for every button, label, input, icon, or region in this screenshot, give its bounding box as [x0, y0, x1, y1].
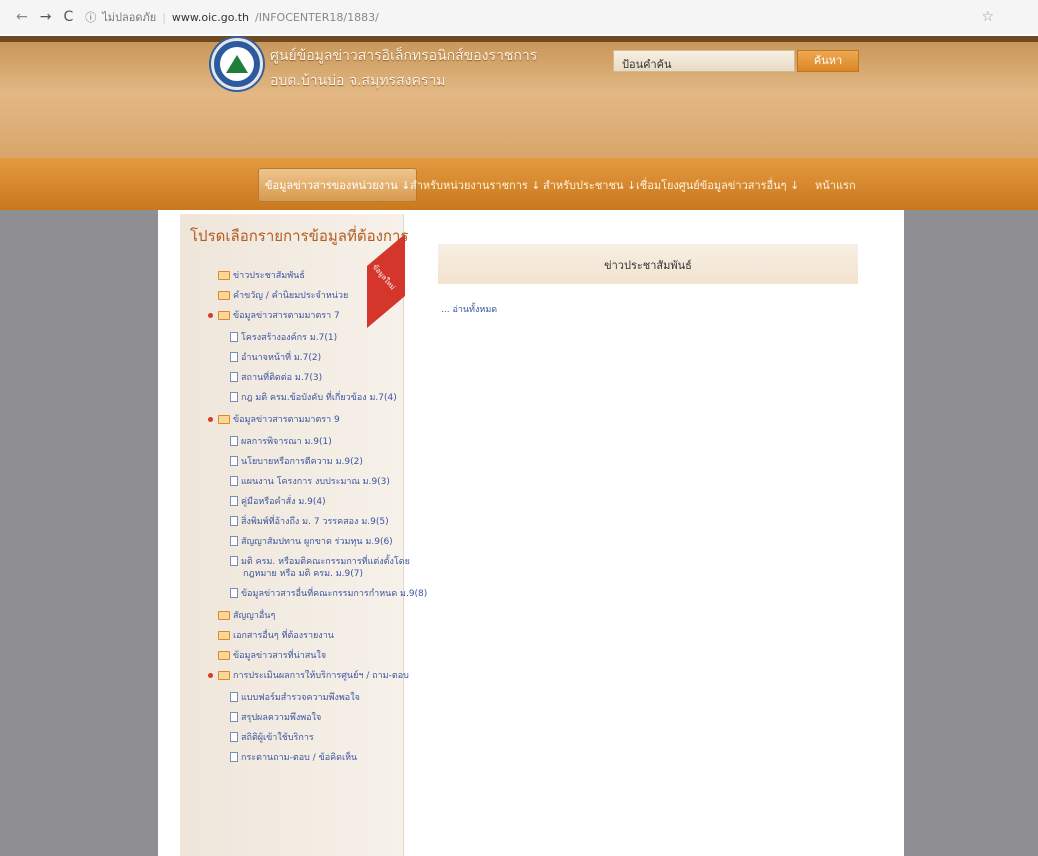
site-logo[interactable] — [211, 38, 263, 90]
content-title: ข่าวประชาสัมพันธ์ — [604, 259, 692, 272]
document-icon — [230, 496, 238, 506]
bookmark-star-icon[interactable]: ☆ — [981, 9, 994, 25]
sidebar-item-survey-summary[interactable]: สรุปผลความพึงพอใจ — [230, 710, 321, 724]
site-subtitle: อบต.บ้านบ่อ จ.สมุทรสงคราม — [270, 73, 446, 89]
site-title: ศูนย์ข้อมูลข่าวสารอิเล็กทรอนิกส์ของราชกา… — [270, 48, 538, 64]
nav-item-public[interactable]: สำหรับประชาชน ↓ — [543, 168, 636, 202]
forward-icon[interactable]: → — [40, 9, 52, 25]
folder-icon — [218, 610, 230, 620]
document-icon — [230, 332, 238, 342]
security-label: ไม่ปลอดภัย — [102, 11, 157, 24]
document-icon — [230, 556, 238, 566]
nav-item-government[interactable]: สำหรับหน่วยงานราชการ ↓ — [410, 168, 541, 202]
nav-item-links[interactable]: เชื่อมโยงศูนย์ข้อมูลข่าวสารอื่นๆ ↓ — [636, 168, 799, 202]
reload-icon[interactable]: C — [63, 9, 73, 25]
sidebar-item-qa-board[interactable]: กระดานถาม-ตอบ / ข้อคิดเห็น — [230, 750, 357, 764]
nav-item-home[interactable]: หน้าแรก — [815, 168, 856, 202]
nav-item-agency-info[interactable]: ข้อมูลข่าวสารของหน่วยงาน ↓ — [258, 168, 418, 202]
search-input[interactable]: ป้อนคำค้น — [613, 50, 795, 72]
search-button[interactable]: ค้นหา — [797, 50, 859, 72]
document-icon — [230, 692, 238, 702]
document-icon — [230, 476, 238, 486]
document-icon — [230, 392, 238, 402]
sidebar-item-visitor-stats[interactable]: สถิติผู้เข้าใช้บริการ — [230, 730, 314, 744]
sidebar-item-section7[interactable]: ข้อมูลข่าวสารตามมาตรา 7 — [208, 308, 340, 322]
folder-icon — [218, 290, 230, 300]
sidebar-item-contracts[interactable]: สัญญาอื่นๆ — [218, 608, 275, 622]
document-icon — [230, 372, 238, 382]
sidebar-item-section9[interactable]: ข้อมูลข่าวสารตามมาตรา 9 — [208, 412, 340, 426]
address-bar[interactable]: ⓘ ไม่ปลอดภัย | www.oic.go.th/INFOCENTER1… — [85, 8, 379, 26]
sidebar-item-motto[interactable]: คำขวัญ / คำนิยมประจำหน่วย — [218, 288, 348, 302]
folder-icon — [218, 630, 230, 640]
info-icon[interactable]: ⓘ — [85, 9, 96, 25]
sidebar-item-9-6[interactable]: สัญญาสัมปทาน ผูกขาด ร่วมทุน ม.9(6) — [230, 534, 393, 548]
document-icon — [230, 712, 238, 722]
sidebar-item-7-1[interactable]: โครงสร้างองค์กร ม.7(1) — [230, 330, 337, 344]
sidebar-item-9-2[interactable]: นโยบายหรือการตีความ ม.9(2) — [230, 454, 363, 468]
document-icon — [230, 436, 238, 446]
back-icon[interactable]: ← — [16, 9, 28, 25]
sidebar-item-7-4[interactable]: กฎ มติ ครม.ข้อบังคับ ที่เกี่ยวข้อง ม.7(4… — [230, 390, 397, 404]
sidebar-item-9-8[interactable]: ข้อมูลข่าวสารอื่นที่คณะกรรมการกำหนด ม.9(… — [230, 586, 427, 600]
url-path: /INFOCENTER18/1883/ — [255, 10, 379, 24]
sidebar-item-news[interactable]: ข่าวประชาสัมพันธ์ — [218, 268, 305, 282]
right-margin — [904, 210, 1038, 856]
document-icon — [230, 752, 238, 762]
left-margin — [0, 210, 158, 856]
sidebar-item-evaluation[interactable]: การประเมินผลการให้บริการศูนย์ฯ / ถาม-ตอบ — [208, 668, 409, 682]
sidebar-item-9-7-cont[interactable]: กฎหมาย หรือ มติ ครม. ม.9(7) — [243, 566, 363, 580]
bullet-icon — [208, 312, 213, 318]
sidebar-item-survey-form[interactable]: แบบฟอร์มสำรวจความพึงพอใจ — [230, 690, 360, 704]
bullet-icon — [208, 672, 213, 678]
folder-icon — [218, 670, 230, 680]
document-icon — [230, 732, 238, 742]
folder-icon — [218, 310, 230, 320]
url-host: www.oic.go.th — [171, 10, 250, 24]
document-icon — [230, 536, 238, 546]
document-icon — [230, 588, 238, 598]
sidebar-item-9-4[interactable]: คู่มือหรือคำสั่ง ม.9(4) — [230, 494, 326, 508]
document-icon — [230, 456, 238, 466]
sidebar-item-interesting[interactable]: ข้อมูลข่าวสารที่น่าสนใจ — [218, 648, 326, 662]
bullet-icon — [208, 416, 213, 422]
sidebar-item-9-5[interactable]: สิ่งพิมพ์ที่อ้างถึง ม. 7 วรรคสอง ม.9(5) — [230, 514, 389, 528]
sidebar-item-7-2[interactable]: อำนาจหน้าที่ ม.7(2) — [230, 350, 321, 364]
browser-toolbar: ← → C ⓘ ไม่ปลอดภัย | www.oic.go.th/INFOC… — [0, 0, 1038, 34]
sidebar-item-reports[interactable]: เอกสารอื่นๆ ที่ต้องรายงาน — [218, 628, 334, 642]
document-icon — [230, 352, 238, 362]
read-all-link[interactable]: ... อ่านทั้งหมด — [441, 302, 497, 316]
folder-icon — [218, 650, 230, 660]
sidebar-title: โปรดเลือกรายการข้อมูลที่ต้องการ — [190, 227, 409, 245]
sidebar-item-7-3[interactable]: สถานที่ติดต่อ ม.7(3) — [230, 370, 322, 384]
document-icon — [230, 516, 238, 526]
folder-icon — [218, 270, 230, 280]
sidebar-item-9-3[interactable]: แผนงาน โครงการ งบประมาณ ม.9(3) — [230, 474, 390, 488]
sidebar-item-9-1[interactable]: ผลการพิจารณา ม.9(1) — [230, 434, 332, 448]
folder-icon — [218, 414, 230, 424]
